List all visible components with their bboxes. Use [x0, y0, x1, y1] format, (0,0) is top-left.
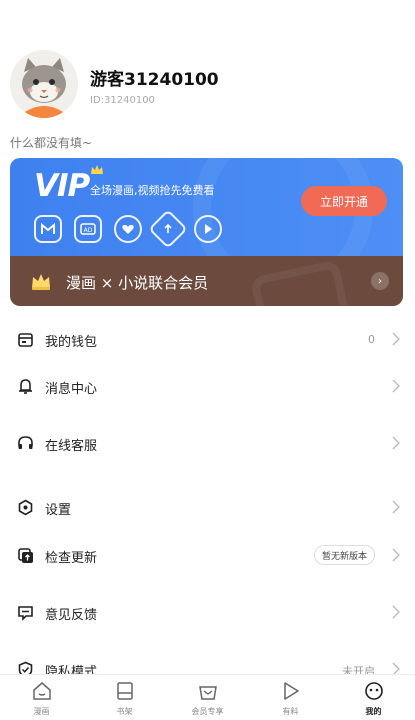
avatar[interactable] [10, 50, 78, 118]
cat-avatar-icon [10, 50, 78, 118]
chevron-right-icon [392, 548, 400, 562]
update-icon [18, 548, 33, 563]
union-membership-banner[interactable]: 漫画 × 小说联合会员 › [10, 256, 403, 306]
menu-item-messages[interactable]: 消息中心 [0, 367, 415, 407]
nav-tab-vip[interactable]: 会员专享 [166, 675, 249, 720]
wallet-balance: 0 [368, 333, 375, 346]
nav-tab-bookshelf[interactable]: 书架 [83, 675, 166, 720]
nav-label: 会员专享 [191, 707, 224, 716]
open-vip-button[interactable]: 立即开通 [301, 186, 387, 216]
menu-label: 我的钱包 [45, 335, 98, 350]
user-id: ID:31240100 [90, 95, 155, 106]
bottom-nav: 漫画 书架 会员专享 有料 我的 [0, 674, 415, 720]
union-crown-icon [32, 274, 50, 290]
nav-label: 漫画 [33, 707, 50, 716]
menu-label: 意见反馈 [45, 608, 98, 623]
menu-label: 检查更新 [45, 551, 98, 566]
menu-item-support[interactable]: 在线客服 [0, 424, 415, 464]
svg-text:AD: AD [84, 227, 93, 234]
menu-item-wallet[interactable]: 我的钱包 0 [0, 320, 415, 360]
home-icon [32, 682, 51, 700]
crown-icon [91, 165, 103, 174]
menu-item-update[interactable]: 检查更新 暂无新版本 [0, 536, 415, 576]
m-badge-icon [34, 215, 62, 243]
play-icon [194, 215, 222, 243]
chevron-right-icon[interactable]: › [371, 272, 389, 290]
bell-icon [19, 379, 32, 394]
menu-label: 消息中心 [45, 382, 98, 397]
chevron-right-icon [392, 332, 400, 346]
feedback-icon [18, 606, 33, 621]
vip-slogan: 全场漫画,视频抢先免费看 [90, 184, 215, 197]
chevron-right-icon [392, 379, 400, 393]
nav-tab-comics[interactable]: 漫画 [0, 675, 83, 720]
vip-bag-icon [198, 686, 217, 700]
menu-label: 在线客服 [45, 439, 98, 454]
settings-icon [18, 499, 33, 516]
chevron-right-icon [392, 605, 400, 619]
menu-item-settings[interactable]: 设置 [0, 488, 415, 528]
vip-perks: AD [34, 209, 222, 249]
user-bio[interactable]: 什么都没有填~ [10, 134, 92, 151]
version-status-badge: 暂无新版本 [313, 545, 375, 565]
headset-icon [18, 436, 33, 449]
ad-free-icon: AD [74, 215, 102, 243]
bookshelf-icon [116, 682, 133, 700]
nav-tab-mine[interactable]: 我的 [332, 675, 415, 720]
nav-label: 我的 [365, 707, 382, 716]
menu-label: 设置 [45, 503, 72, 518]
decorative-shape [249, 259, 351, 306]
vip-card[interactable]: VIP 全场漫画,视频抢先免费看 立即开通 AD 漫画 × 小说联合会员 › [10, 158, 403, 306]
profile-face-icon [364, 682, 383, 700]
play-icon [283, 682, 299, 700]
chevron-right-icon [392, 500, 400, 514]
menu-item-feedback[interactable]: 意见反馈 [0, 593, 415, 633]
chevron-right-icon [392, 436, 400, 450]
heart-icon [114, 215, 142, 243]
nav-label: 有料 [282, 707, 299, 716]
nav-label: 书架 [116, 707, 133, 716]
union-membership-label: 漫画 × 小说联合会员 [66, 274, 209, 292]
wallet-icon [18, 333, 33, 347]
vip-banner[interactable]: VIP 全场漫画,视频抢先免费看 立即开通 AD [10, 158, 403, 298]
nav-tab-interesting[interactable]: 有料 [249, 675, 332, 720]
vip-logo: VIP [34, 168, 90, 204]
profile-header[interactable]: 游客31240100 ID:31240100 [10, 50, 405, 120]
upload-icon [148, 209, 188, 249]
username: 游客31240100 [90, 70, 219, 90]
